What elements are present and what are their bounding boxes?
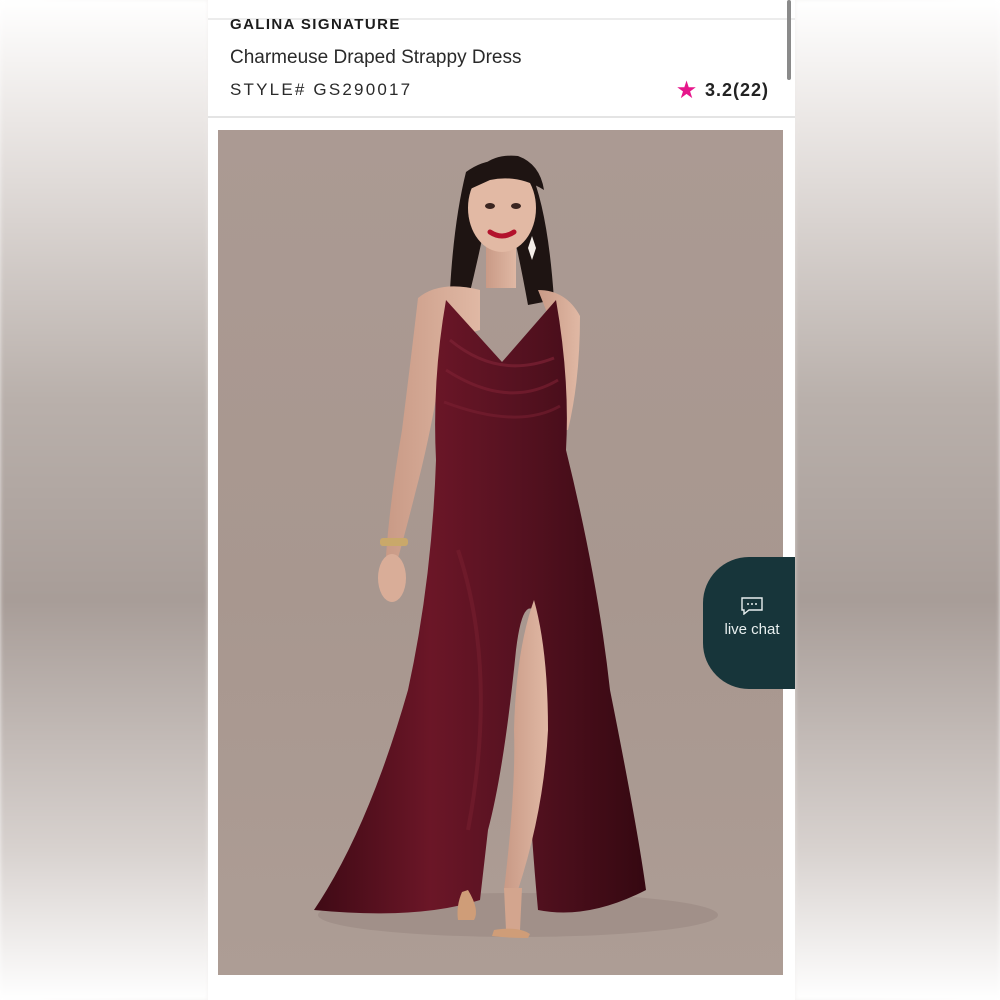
live-chat-label: live chat	[724, 621, 780, 638]
product-image[interactable]	[218, 130, 783, 975]
rating[interactable]: ★ 3.2(22)	[677, 80, 769, 101]
background-blur-left	[0, 0, 208, 1000]
style-number: STYLE# GS290017	[230, 80, 413, 99]
product-title: Charmeuse Draped Strappy Dress	[230, 47, 522, 68]
chat-bubble-icon	[741, 597, 763, 615]
rating-value: 3.2(22)	[704, 80, 769, 100]
star-icon: ★	[677, 78, 697, 102]
product-page: GALINA SIGNATURE Charmeuse Draped Strapp…	[208, 0, 795, 1000]
scrollbar[interactable]	[787, 0, 791, 80]
brand-name[interactable]: GALINA SIGNATURE	[230, 16, 401, 33]
background-blur-right	[795, 0, 1000, 1000]
header-divider	[208, 116, 795, 118]
live-chat-button[interactable]: live chat	[703, 557, 795, 689]
